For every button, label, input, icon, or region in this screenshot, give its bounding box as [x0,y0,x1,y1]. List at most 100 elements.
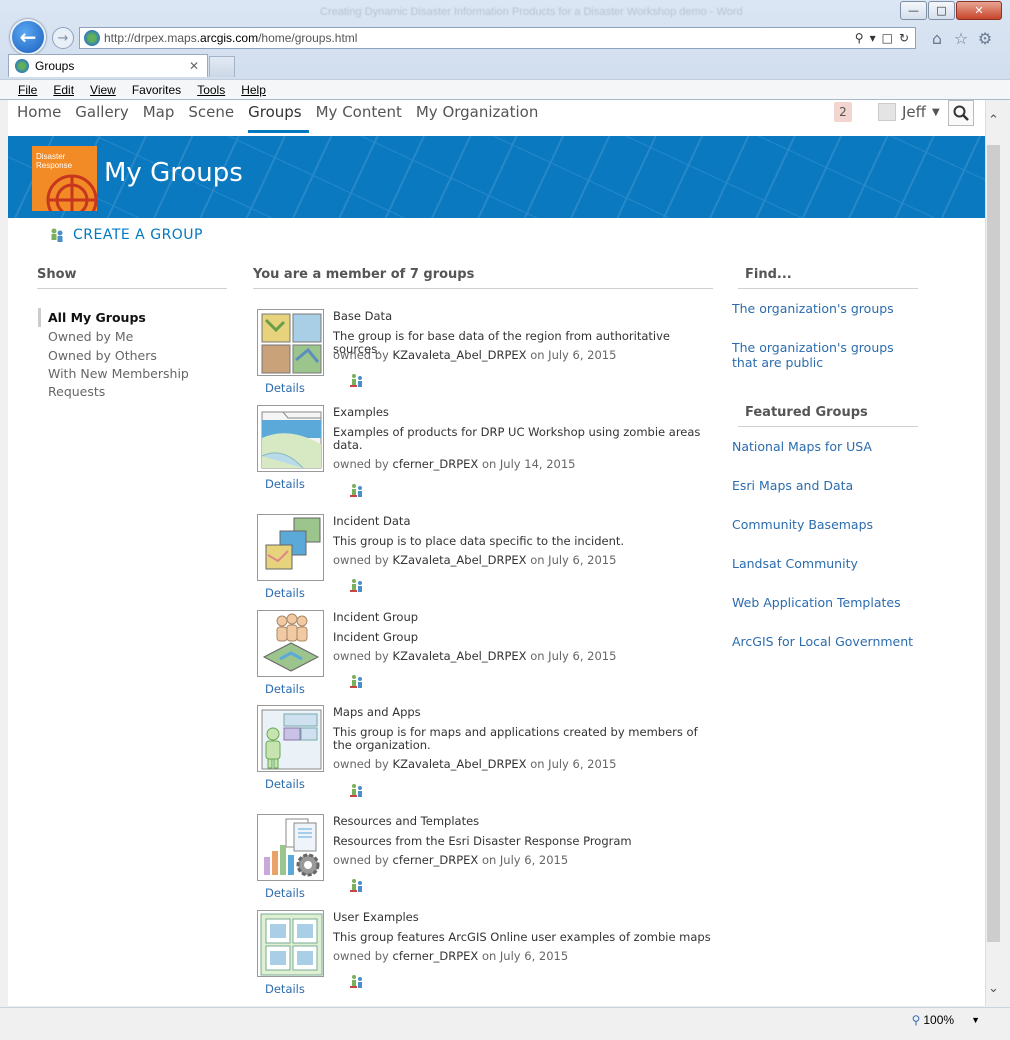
filter-owned-by-others[interactable]: Owned by Others [38,346,228,365]
minimize-button[interactable]: — [900,1,927,20]
featured-link[interactable]: Landsat Community [732,556,922,571]
group-description: Incident Group [333,630,419,644]
group-title[interactable]: Incident Data [333,514,411,528]
menu-file[interactable]: File [18,83,37,97]
group-members-icon[interactable] [350,578,364,592]
find-public-groups-link[interactable]: The organization's groups that are publi… [732,340,922,370]
group-owner-line: owned by KZavaleta_Abel_DRPEX on July 6,… [333,649,617,663]
group-owner[interactable]: KZavaleta_Abel_DRPEX [393,553,527,567]
create-group-link[interactable]: CREATE A GROUP [49,227,203,243]
menu-view[interactable]: View [90,83,116,97]
group-details-link[interactable]: Details [265,982,305,996]
nav-my-content[interactable]: My Content [316,100,409,136]
zoom-control[interactable]: ⚲ 100% ▼ [912,1013,980,1027]
nav-scene[interactable]: Scene [188,100,241,136]
group-row: Details Base Data The group is for base … [257,309,717,405]
group-thumbnail-maps-and-apps[interactable] [257,705,324,772]
group-members-icon[interactable] [350,373,364,387]
group-members-icon[interactable] [350,483,364,497]
close-window-button[interactable]: ✕ [956,1,1002,20]
search-icon [953,105,969,121]
group-thumbnail-incident-group[interactable] [257,610,324,677]
group-row: Details Maps and Apps This group is for … [257,705,717,801]
group-owner[interactable]: cferner_DRPEX [393,853,479,867]
group-title[interactable]: Maps and Apps [333,705,421,719]
nav-map[interactable]: Map [143,100,182,136]
home-icon[interactable]: ⌂ [928,29,946,48]
group-title[interactable]: Base Data [333,309,392,323]
new-tab-button[interactable] [209,56,235,77]
group-row: Details Examples Examples of products fo… [257,405,717,501]
menu-tools[interactable]: Tools [197,83,225,97]
close-tab-icon[interactable]: ✕ [189,59,199,73]
group-details-link[interactable]: Details [265,586,305,600]
chevron-down-icon: ▼ [971,1015,980,1025]
group-details-link[interactable]: Details [265,777,305,791]
menu-bar: File Edit View Favorites Tools Help [0,79,1010,99]
favorites-star-icon[interactable]: ☆ [952,29,970,48]
featured-link[interactable]: Community Basemaps [732,517,922,532]
group-thumbnail-incident-data[interactable] [257,514,324,581]
group-thumbnail-resources-and-templates[interactable] [257,814,324,881]
featured-link[interactable]: ArcGIS for Local Government [732,634,922,649]
group-members-icon[interactable] [350,674,364,688]
nav-groups[interactable]: Groups [248,100,309,133]
menu-edit[interactable]: Edit [53,83,74,97]
group-thumbnail-user-examples[interactable] [257,910,324,977]
filter-new-membership-requests[interactable]: With New Membership Requests [38,365,208,401]
group-details-link[interactable]: Details [265,886,305,900]
group-owner[interactable]: KZavaleta_Abel_DRPEX [393,348,527,362]
group-members-icon[interactable] [350,974,364,988]
nav-gallery[interactable]: Gallery [75,100,135,136]
address-bar[interactable]: http://drpex.maps.arcgis.com/home/groups… [79,27,916,49]
refresh-icon[interactable]: ↻ [899,31,909,45]
menu-favorites[interactable]: Favorites [132,83,181,97]
featured-link[interactable]: Web Application Templates [732,595,922,610]
group-owner[interactable]: cferner_DRPEX [393,949,479,963]
group-owner[interactable]: KZavaleta_Abel_DRPEX [393,649,527,663]
filter-owned-by-me[interactable]: Owned by Me [38,327,228,346]
group-details-link[interactable]: Details [265,682,305,696]
lock-icon[interactable]: □ [882,31,893,45]
gear-icon[interactable]: ⚙ [976,29,994,48]
group-thumbnail-base-data[interactable] [257,309,324,376]
filter-all-my-groups[interactable]: All My Groups [38,308,228,327]
group-owner-line: owned by cferner_DRPEX on July 14, 2015 [333,457,576,471]
group-members-icon[interactable] [350,878,364,892]
group-title[interactable]: Resources and Templates [333,814,479,828]
scroll-down-icon[interactable]: ⌄ [985,978,1002,998]
group-details-link[interactable]: Details [265,381,305,395]
nav-my-organization[interactable]: My Organization [416,100,545,136]
address-url[interactable]: http://drpex.maps.arcgis.com/home/groups… [104,31,855,45]
group-title[interactable]: Examples [333,405,389,419]
group-title[interactable]: Incident Group [333,610,418,624]
group-title[interactable]: User Examples [333,910,419,924]
group-description: This group is for maps and applications … [333,725,698,752]
back-button[interactable]: ← [10,19,46,55]
group-members-icon[interactable] [350,783,364,797]
nav-home[interactable]: Home [17,100,68,136]
find-org-groups-link[interactable]: The organization's groups [732,301,922,316]
menu-help[interactable]: Help [241,83,266,97]
page-banner: Disaster Response My Groups [8,136,985,218]
search-icon[interactable]: ⚲ [855,31,864,45]
group-details-link[interactable]: Details [265,477,305,491]
user-menu[interactable]: Jeff ▼ [878,103,940,121]
group-owner[interactable]: cferner_DRPEX [393,457,479,471]
group-owner-line: owned by cferner_DRPEX on July 6, 2015 [333,949,569,963]
scroll-up-icon[interactable]: ⌃ [985,110,1002,130]
create-group-icon [51,228,63,242]
group-owner[interactable]: KZavaleta_Abel_DRPEX [393,757,527,771]
notification-badge[interactable]: 2 [834,102,852,122]
tab-groups[interactable]: Groups ✕ [8,54,208,77]
forward-button[interactable]: → [52,27,74,49]
featured-link[interactable]: Esri Maps and Data [732,478,922,493]
groups-count-heading: You are a member of 7 groups [253,267,713,289]
group-thumbnail-examples[interactable] [257,405,324,472]
scrollbar-thumb[interactable] [987,145,1000,942]
featured-link[interactable]: National Maps for USA [732,439,922,454]
status-bar [0,1007,1010,1040]
maximize-button[interactable]: □ [928,1,955,20]
search-button[interactable] [948,100,974,126]
dropdown-icon[interactable]: ▾ [870,31,876,45]
